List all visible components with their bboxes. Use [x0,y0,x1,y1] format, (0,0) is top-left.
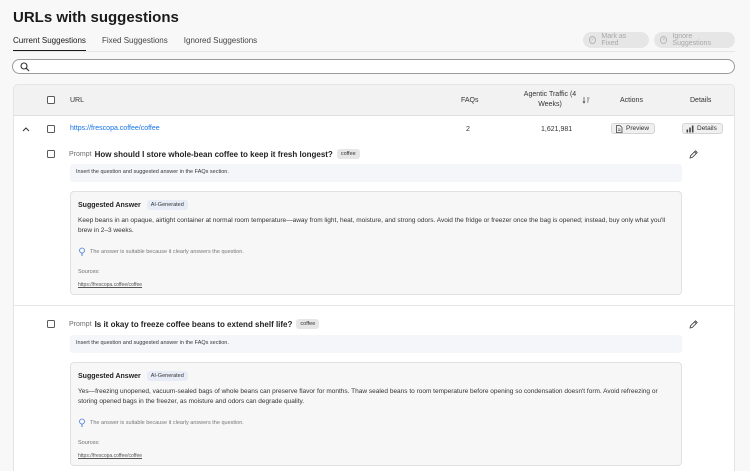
card-title: Suggested Answer [78,372,141,380]
prompt-question: Is it okay to freeze coffee beans to ext… [94,319,293,329]
suitability-note: The answer is suitable because it clearl… [78,418,244,427]
details-label: Details [697,125,717,132]
card-header: Suggested Answer AI-Generated [78,200,188,210]
suggestion-prompt: Prompt Is it okay to freeze coffee beans… [69,319,320,329]
document-icon [616,124,623,133]
sources-label: Sources: [78,269,100,275]
card-header: Suggested Answer AI-Generated [78,371,188,381]
answer-text: Yes—freezing unopened, vacuum-sealed bag… [78,388,658,405]
tab-ignored-suggestions[interactable]: Ignored Suggestions [184,30,257,52]
details-column-header: Details [690,97,712,104]
preview-label: Preview [626,125,650,132]
suggestion-prompt: Prompt How should I store whole-bean cof… [69,149,360,159]
url-column-header: URL [70,97,85,104]
suitability-text: The answer is suitable because it clearl… [90,419,244,426]
lightbulb-icon [79,418,85,427]
card-title: Suggested Answer [78,201,141,209]
ai-generated-badge: AI-Generated [146,200,188,210]
tab-divider [13,51,735,52]
traffic-column-header[interactable]: Agentic Traffic (4 Weeks) [522,90,578,110]
mark-as-fixed-button[interactable]: ✓ Mark as Fixed [583,32,649,48]
lightbulb-icon [79,247,85,256]
tab-fixed-suggestions[interactable]: Fixed Suggestions [102,30,168,52]
page-title: URLs with suggestions [13,9,179,26]
faq-insert-hint: Insert the question and suggested answer… [70,335,682,353]
table-header: URL FAQs Agentic Traffic (4 Weeks) Actio… [14,85,734,116]
ignore-suggestions-button[interactable]: × Ignore Suggestions [654,32,735,48]
url-link[interactable]: https://frescopa.coffee/coffee [70,125,160,132]
actions-column-header: Actions [620,97,643,104]
ignore-suggestions-label: Ignore Suggestions [672,33,711,47]
topic-tag: coffee [296,319,320,329]
suggestion-divider [14,305,734,306]
suggestion-checkbox[interactable] [47,150,55,158]
suggested-answer-card: Suggested Answer AI-Generated Keep beans… [70,191,682,295]
source-link[interactable]: https://frescopa.coffee/coffee [78,282,142,288]
source-link[interactable]: https://frescopa.coffee/coffee [78,453,142,459]
prompt-question: How should I store whole-bean coffee to … [94,149,333,159]
suggestion-checkbox[interactable] [47,320,55,328]
faq-insert-hint: Insert the question and suggested answer… [70,164,682,182]
pencil-icon[interactable] [689,150,698,159]
faqs-column-header[interactable]: FAQs [461,97,479,104]
row-checkbox[interactable] [47,125,55,133]
sort-icon[interactable] [582,96,590,104]
faq-count: 2 [466,126,470,133]
ai-generated-badge: AI-Generated [146,371,188,381]
prompt-label: Prompt [69,150,92,158]
details-button[interactable]: Details [682,123,723,134]
tab-current-suggestions[interactable]: Current Suggestions [13,30,86,52]
search-input[interactable] [12,59,735,74]
preview-button[interactable]: Preview [611,123,656,134]
pencil-icon[interactable] [689,320,698,329]
suggestions-table: URL FAQs Agentic Traffic (4 Weeks) Actio… [13,84,735,471]
sources-label: Sources: [78,440,100,446]
tab-bar: Current Suggestions Fixed Suggestions Ig… [13,30,273,52]
suggested-answer-card: Suggested Answer AI-Generated Yes—freezi… [70,362,682,466]
suitability-text: The answer is suitable because it clearl… [90,248,244,255]
agentic-traffic-value: 1,621,981 [541,126,573,133]
mark-as-fixed-label: Mark as Fixed [601,33,627,47]
select-all-checkbox[interactable] [47,96,55,104]
chevron-up-icon[interactable] [22,126,30,132]
suitability-note: The answer is suitable because it clearl… [78,247,244,256]
search-icon [20,62,30,72]
check-circle-icon: ✓ [589,36,597,44]
bar-chart-icon [686,125,694,132]
prompt-label: Prompt [69,320,92,328]
topic-tag: coffee [336,149,360,159]
answer-text: Keep beans in an opaque, airtight contai… [78,217,666,234]
ignore-circle-icon: × [660,36,668,44]
